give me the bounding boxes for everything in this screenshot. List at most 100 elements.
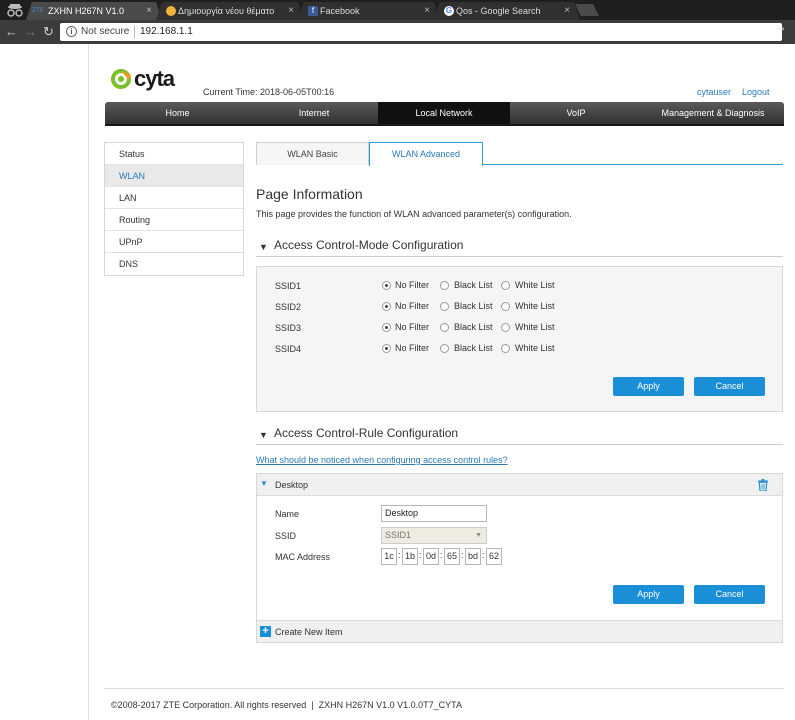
back-icon[interactable]: ← [5,24,18,40]
ssid3-white-list-radio[interactable] [501,323,510,332]
mode-section-header[interactable]: ▼ Access Control-Mode Configuration [256,237,783,257]
plus-icon[interactable]: + [260,626,271,637]
smiley-favicon-icon [166,6,176,16]
new-tab-button[interactable] [575,4,599,16]
sidebar-item-status[interactable]: Status [105,143,243,165]
page-title: Page Information [256,186,363,202]
facebook-favicon-icon: f [308,6,318,16]
ssid2-black-list-radio[interactable] [440,302,449,311]
ssid4-white-list-radio[interactable] [501,344,510,353]
nav-internet[interactable]: Internet [250,102,378,126]
tab-wlan-advanced[interactable]: WLAN Advanced [369,142,483,166]
close-icon[interactable]: × [564,2,570,20]
ssid3-black-list-radio[interactable] [440,323,449,332]
create-new-item-bar[interactable]: + Create New Item [257,620,782,642]
ssid4-no-filter-radio[interactable] [382,344,391,353]
ssid4-label: SSID4 [275,344,302,354]
sub-tabs: WLAN Basic WLAN Advanced [256,142,783,166]
mac-octet-input[interactable]: bd [465,548,481,565]
nav-local-network[interactable]: Local Network [378,102,510,126]
black-list-label: Black List [454,343,493,353]
no-filter-label: No Filter [395,280,430,290]
security-label: Not secure [81,26,130,37]
collapse-triangle-icon[interactable]: ▼ [259,242,268,252]
rule-apply-button[interactable]: Apply [613,585,684,604]
mac-octet-input[interactable]: 1b [402,548,418,565]
ssid2-no-filter-radio[interactable] [382,302,391,311]
close-icon[interactable]: × [146,2,152,20]
no-filter-label: No Filter [395,301,430,311]
sidebar-item-upnp[interactable]: UPnP [105,231,243,253]
tab-wlan-basic[interactable]: WLAN Basic [256,142,369,165]
reload-icon[interactable]: ↻ [43,24,54,40]
ssid1-white-list-radio[interactable] [501,281,510,290]
forward-icon[interactable]: → [24,24,37,40]
mode-apply-button[interactable]: Apply [613,377,684,396]
nav-home[interactable]: Home [105,102,250,126]
url-text[interactable]: 192.168.1.1 [140,26,193,37]
logout-link[interactable]: Logout [742,87,770,97]
create-new-item-label[interactable]: Create New Item [275,627,343,637]
mac-octet-input[interactable]: 0d [423,548,439,565]
ssid-label: SSID [275,531,297,541]
sidebar-item-dns[interactable]: DNS [105,253,243,275]
current-time-value: 2018-06-05T00:16 [260,87,335,97]
ssid1-no-filter-radio[interactable] [382,281,391,290]
tab-label: Qos - Google Search [456,6,541,16]
rule-item-box: ▼ Desktop Name Desktop SSID SSID1 ▼ MAC … [256,473,783,643]
browser-tab-google[interactable]: G Qos - Google Search × [434,2,580,20]
chevron-down-icon: ▼ [475,532,482,539]
username-link[interactable]: cytauser [697,87,731,97]
sidebar-item-routing[interactable]: Routing [105,209,243,231]
no-filter-label: No Filter [395,322,430,332]
ssid-select-value: SSID1 [385,530,412,540]
browser-tab-forum[interactable]: Δημιουργία νέου θέματο × [156,2,304,20]
ssid1-black-list-radio[interactable] [440,281,449,290]
nav-voip[interactable]: VoIP [510,102,642,126]
info-icon[interactable]: i [66,26,77,37]
ssid4-black-list-radio[interactable] [440,344,449,353]
ssid2-white-list-radio[interactable] [501,302,510,311]
collapse-triangle-icon[interactable]: ▼ [259,430,268,440]
mode-section-title: Access Control-Mode Configuration [274,238,464,252]
name-input[interactable]: Desktop [381,505,487,522]
rule-section-header[interactable]: ▼ Access Control-Rule Configuration [256,425,783,445]
sidebar-item-lan[interactable]: LAN [105,187,243,209]
cyta-logo-text: cyta [134,66,175,91]
tab-label: Δημιουργία νέου θέματο [178,6,275,16]
main-nav: Home Internet Local Network VoIP Managem… [105,102,784,126]
address-bar[interactable]: i Not secure 192.168.1.1 [60,23,782,41]
white-list-label: White List [515,343,555,353]
ssid3-no-filter-radio[interactable] [382,323,391,332]
ssid1-label: SSID1 [275,281,302,291]
black-list-label: Black List [454,280,493,290]
trash-icon[interactable] [758,479,768,491]
mac-colon: : [482,550,485,560]
mode-cancel-button[interactable]: Cancel [694,377,765,396]
mac-colon: : [419,550,422,560]
expand-triangle-icon[interactable]: ▼ [260,479,268,488]
mode-config-box: SSID1 No Filter Black List White List SS… [256,266,783,412]
rules-help-link[interactable]: What should be noticed when configuring … [256,455,508,465]
close-icon[interactable]: × [424,2,430,20]
ssid-select[interactable]: SSID1 ▼ [381,527,487,544]
white-list-label: White List [515,301,555,311]
nav-management-diagnosis[interactable]: Management & Diagnosis [642,102,784,126]
rule-item-header[interactable]: ▼ Desktop [257,474,782,496]
page-description: This page provides the function of WLAN … [256,209,572,219]
white-list-label: White List [515,322,555,332]
sidebar-item-wlan[interactable]: WLAN [105,165,243,187]
browser-tab-router[interactable]: ZTE ZXHN H267N V1.0 × [26,2,162,20]
key-icon[interactable]: ⊸ [776,24,784,35]
browser-tab-facebook[interactable]: f Facebook × [298,2,440,20]
mac-octet-input[interactable]: 65 [444,548,460,565]
mac-octet-input[interactable]: 1c [381,548,397,565]
no-filter-label: No Filter [395,343,430,353]
black-list-label: Black List [454,301,493,311]
rule-cancel-button[interactable]: Cancel [694,585,765,604]
mac-octet-input[interactable]: 62 [486,548,502,565]
white-list-label: White List [515,280,555,290]
copyright-text: ©2008-2017 ZTE Corporation. All rights r… [111,700,307,710]
tab-label: Facebook [320,6,360,16]
close-icon[interactable]: × [288,2,294,20]
